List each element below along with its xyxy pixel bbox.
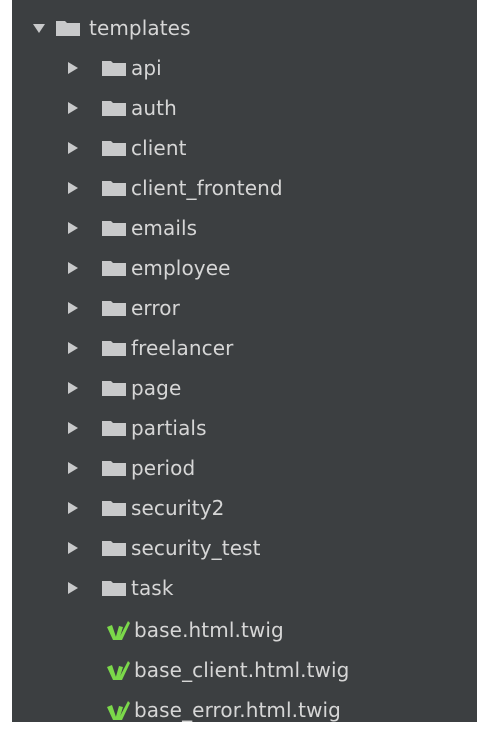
- tree-root-templates[interactable]: templates: [12, 8, 477, 48]
- tree-file-base-error-html-twig[interactable]: base_error.html.twig: [12, 690, 477, 722]
- expand-arrow-right-icon[interactable]: [67, 262, 79, 274]
- tree-folder-page[interactable]: page: [12, 368, 477, 408]
- twig-file-icon: [102, 619, 132, 641]
- tree-folder-auth[interactable]: auth: [12, 88, 477, 128]
- expand-arrow-right-icon[interactable]: [67, 102, 79, 114]
- tree-file-base-client-html-twig[interactable]: base_client.html.twig: [12, 650, 477, 690]
- expand-arrow-right-icon[interactable]: [67, 582, 79, 594]
- tree-folder-employee[interactable]: employee: [12, 248, 477, 288]
- expand-arrow-right-icon[interactable]: [67, 342, 79, 354]
- expand-arrow-right-icon[interactable]: [67, 462, 79, 474]
- folder-icon: [99, 258, 129, 278]
- expand-arrow-right-icon[interactable]: [67, 302, 79, 314]
- expand-arrow-right-icon[interactable]: [67, 382, 79, 394]
- folder-icon: [99, 138, 129, 158]
- tree-item-label: templates: [89, 16, 191, 40]
- folder-icon: [99, 378, 129, 398]
- tree-item-label: api: [131, 56, 162, 80]
- expand-arrow-right-icon[interactable]: [67, 222, 79, 234]
- tree-folder-api[interactable]: api: [12, 48, 477, 88]
- folder-icon: [99, 178, 129, 198]
- tree-item-label: security_test: [131, 536, 261, 560]
- tree-item-label: emails: [131, 216, 198, 240]
- twig-file-icon: [102, 659, 132, 681]
- twig-file-icon: [102, 699, 132, 721]
- tree-item-label: base_error.html.twig: [134, 698, 341, 722]
- tree-item-label: employee: [131, 256, 231, 280]
- folder-icon: [99, 218, 129, 238]
- expand-arrow-right-icon[interactable]: [67, 182, 79, 194]
- folder-icon: [99, 498, 129, 518]
- folder-icon: [99, 578, 129, 598]
- tree-folder-period[interactable]: period: [12, 448, 477, 488]
- expand-arrow-right-icon[interactable]: [67, 502, 79, 514]
- tree-item-label: auth: [131, 96, 177, 120]
- folder-icon: [99, 418, 129, 438]
- tree-folder-client[interactable]: client: [12, 128, 477, 168]
- folder-icon: [53, 18, 83, 38]
- tree-item-label: security2: [131, 496, 225, 520]
- tree-folder-error[interactable]: error: [12, 288, 477, 328]
- expand-arrow-down-icon[interactable]: [33, 22, 45, 34]
- tree-file-base-html-twig[interactable]: base.html.twig: [12, 610, 477, 650]
- tree-folder-emails[interactable]: emails: [12, 208, 477, 248]
- folder-icon: [99, 458, 129, 478]
- folder-icon: [99, 58, 129, 78]
- tree-folder-freelancer[interactable]: freelancer: [12, 328, 477, 368]
- project-tree: templates api auth client client_fronten…: [12, 0, 477, 722]
- folder-icon: [99, 538, 129, 558]
- folder-icon: [99, 338, 129, 358]
- tree-item-label: base_client.html.twig: [134, 658, 350, 682]
- tree-item-label: error: [131, 296, 180, 320]
- expand-arrow-right-icon[interactable]: [67, 142, 79, 154]
- tree-item-label: page: [131, 376, 182, 400]
- tree-folder-security2[interactable]: security2: [12, 488, 477, 528]
- tree-folder-partials[interactable]: partials: [12, 408, 477, 448]
- folder-icon: [99, 298, 129, 318]
- folder-icon: [99, 98, 129, 118]
- tree-folder-client-frontend[interactable]: client_frontend: [12, 168, 477, 208]
- tree-item-label: freelancer: [131, 336, 234, 360]
- expand-arrow-right-icon[interactable]: [67, 422, 79, 434]
- tree-item-label: period: [131, 456, 196, 480]
- tree-item-label: client: [131, 136, 187, 160]
- tree-folder-security-test[interactable]: security_test: [12, 528, 477, 568]
- panel-bottom-edge: [12, 722, 477, 740]
- tree-item-label: partials: [131, 416, 207, 440]
- expand-arrow-right-icon[interactable]: [67, 542, 79, 554]
- expand-arrow-right-icon[interactable]: [67, 62, 79, 74]
- tree-item-label: task: [131, 576, 174, 600]
- tree-item-label: client_frontend: [131, 176, 283, 200]
- tree-folder-task[interactable]: task: [12, 568, 477, 608]
- tree-item-label: base.html.twig: [134, 618, 284, 642]
